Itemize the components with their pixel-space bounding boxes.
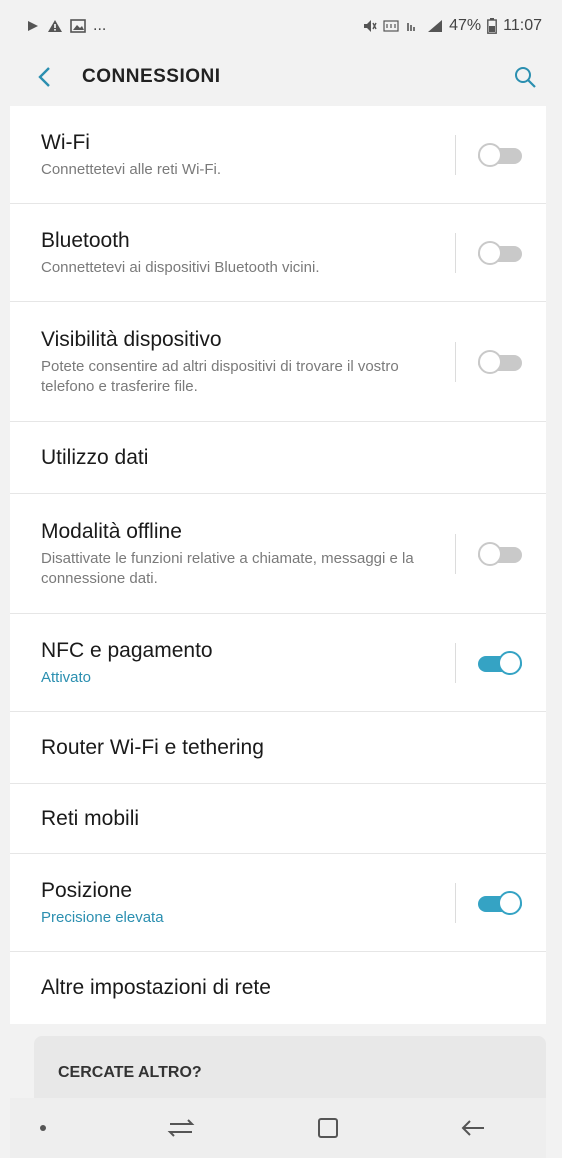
setting-other-network[interactable]: Altre impostazioni di rete xyxy=(10,952,546,1024)
volte-icon xyxy=(383,20,399,32)
setting-label: Visibilità dispositivo xyxy=(41,327,222,351)
looking-for-more-card: CERCATE ALTRO? xyxy=(34,1036,546,1098)
divider xyxy=(455,134,456,175)
clock: 11:07 xyxy=(503,17,542,34)
battery-icon xyxy=(487,18,498,34)
recent-apps-icon[interactable] xyxy=(166,1116,196,1140)
setting-label: Utilizzo dati xyxy=(41,445,149,469)
setting-bluetooth[interactable]: Bluetooth Connettetevi ai dispositivi Bl… xyxy=(10,204,546,302)
device-visibility-toggle[interactable] xyxy=(478,349,522,374)
more-notifications: ... xyxy=(93,17,107,34)
search-button[interactable] xyxy=(510,62,540,92)
setting-label: Bluetooth xyxy=(41,228,130,252)
divider xyxy=(455,533,456,574)
battery-percent: 47% xyxy=(449,17,482,34)
setting-location[interactable]: Posizione Precisione elevata xyxy=(10,854,546,952)
setting-status: Precisione elevata xyxy=(41,908,164,926)
setting-description: Potete consentire ad altri dispositivi d… xyxy=(41,357,399,395)
signal-icon xyxy=(428,20,443,32)
setting-mobile-networks[interactable]: Reti mobili xyxy=(10,784,546,854)
back-nav-icon[interactable] xyxy=(460,1117,486,1139)
setting-label: Wi-Fi xyxy=(41,130,90,154)
app-bar: CONNESSIONI xyxy=(0,52,562,102)
setting-label: Reti mobili xyxy=(41,806,140,830)
divider xyxy=(455,341,456,382)
nav-dot-icon[interactable] xyxy=(40,1125,46,1131)
setting-wifi[interactable]: Wi-Fi Connettetevi alle reti Wi-Fi. xyxy=(10,106,546,204)
setting-label: Modalità offline xyxy=(41,519,182,543)
settings-list: Wi-Fi Connettetevi alle reti Wi-Fi. Blue… xyxy=(10,106,546,1024)
setting-description: Connettetevi alle reti Wi-Fi. xyxy=(41,160,222,178)
setting-label: Posizione xyxy=(41,878,133,902)
search-icon xyxy=(515,67,536,88)
divider xyxy=(455,882,456,923)
4g-icon xyxy=(407,23,415,31)
warning-icon xyxy=(48,20,62,32)
looking-for-more-title: CERCATE ALTRO? xyxy=(58,1064,202,1081)
setting-offline-mode[interactable]: Modalità offline Disattivate le funzioni… xyxy=(10,494,546,614)
setting-hotspot-tethering[interactable]: Router Wi-Fi e tethering xyxy=(10,712,546,784)
setting-data-usage[interactable]: Utilizzo dati xyxy=(10,422,546,494)
chevron-left-icon xyxy=(38,67,50,87)
setting-label: Altre impostazioni di rete xyxy=(41,976,271,999)
image-icon xyxy=(70,19,86,33)
page-title: CONNESSIONI xyxy=(82,66,221,87)
setting-nfc-payment[interactable]: NFC e pagamento Attivato xyxy=(10,614,546,712)
mute-icon xyxy=(364,20,377,32)
play-notification-icon xyxy=(28,21,38,31)
nfc-toggle[interactable] xyxy=(478,650,522,675)
offline-mode-toggle[interactable] xyxy=(478,541,522,566)
setting-device-visibility[interactable]: Visibilità dispositivo Potete consentire… xyxy=(10,302,546,422)
divider xyxy=(455,642,456,683)
setting-label: NFC e pagamento xyxy=(41,638,213,662)
status-bar: ... 47% 11:07 xyxy=(0,0,562,52)
setting-status: Attivato xyxy=(41,668,92,686)
divider xyxy=(455,232,456,273)
back-button[interactable] xyxy=(30,63,58,91)
bluetooth-toggle[interactable] xyxy=(478,240,522,265)
status-notifications: ... xyxy=(26,17,106,35)
setting-description: Disattivate le funzioni relative a chiam… xyxy=(41,549,414,587)
home-icon[interactable] xyxy=(316,1116,340,1140)
status-indicators: 47% 11:07 xyxy=(363,17,542,35)
setting-label: Router Wi-Fi e tethering xyxy=(41,735,264,759)
navigation-bar xyxy=(10,1098,546,1158)
wifi-toggle[interactable] xyxy=(478,142,522,167)
setting-description: Connettetevi ai dispositivi Bluetooth vi… xyxy=(41,258,320,276)
location-toggle[interactable] xyxy=(478,890,522,915)
